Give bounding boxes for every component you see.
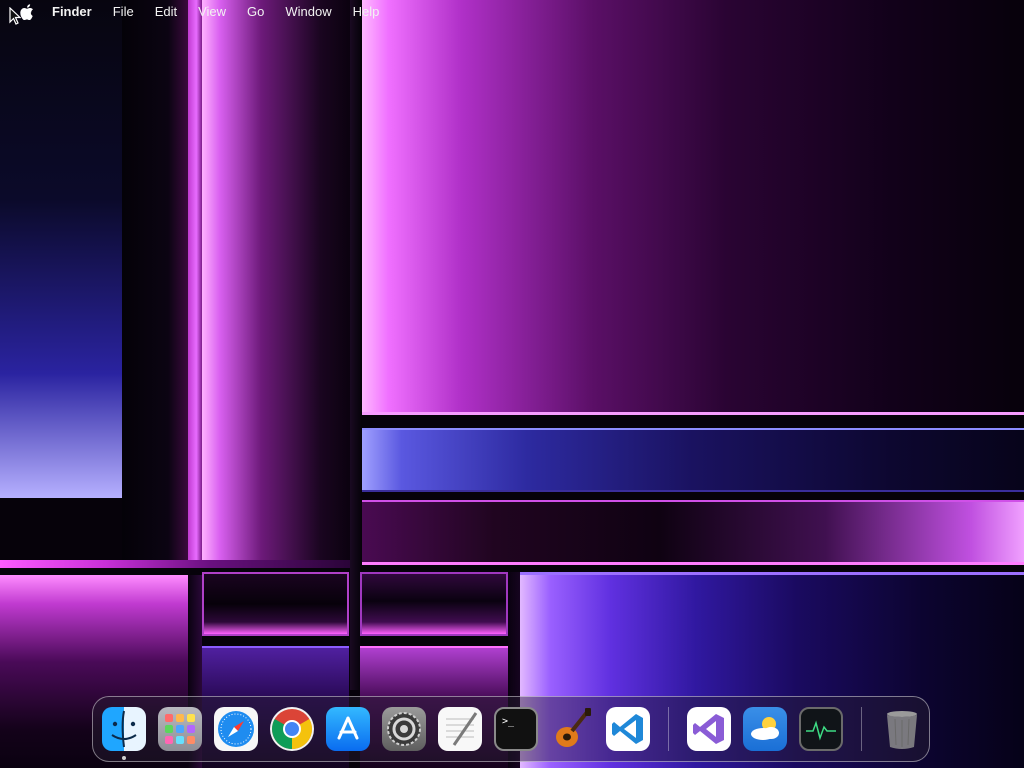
dock-separator [668, 707, 669, 751]
garageband-guitar-icon [556, 708, 591, 747]
wallpaper-panel [0, 560, 350, 568]
wallpaper-panel [122, 0, 188, 560]
weather-icon [751, 717, 779, 740]
wallpaper-panel [0, 0, 126, 498]
dock-activity-monitor[interactable] [799, 707, 843, 751]
apple-logo-icon[interactable] [20, 3, 34, 20]
dock-app-store[interactable] [326, 707, 370, 751]
dock-chrome[interactable] [270, 707, 314, 751]
trash-icon [887, 711, 917, 749]
dock-visual-studio[interactable] [687, 707, 731, 751]
wallpaper-panel [360, 572, 508, 636]
dock-trash[interactable] [880, 707, 924, 751]
mouse-cursor-icon [9, 7, 21, 25]
wallpaper-panel [202, 572, 349, 636]
menu-app-finder[interactable]: Finder [52, 4, 92, 19]
textedit-icon [446, 712, 478, 746]
dock-textedit[interactable] [438, 707, 482, 751]
dock: >_ [92, 696, 930, 762]
dock-launchpad[interactable] [158, 707, 202, 751]
menu-file[interactable]: File [113, 4, 134, 19]
terminal-icon: >_ [502, 716, 515, 727]
dock-terminal[interactable]: >_ [494, 707, 538, 751]
wallpaper-panel [362, 500, 1024, 565]
dock-safari[interactable] [214, 707, 258, 751]
dock-vscode[interactable] [606, 707, 650, 751]
dock-weather[interactable] [743, 707, 787, 751]
menu-bar: Finder File Edit View Go Window Help [0, 0, 1024, 23]
chrome-icon [272, 709, 312, 749]
visual-studio-icon [693, 714, 724, 744]
dock-finder[interactable] [102, 707, 146, 760]
safari-icon [218, 711, 254, 747]
wallpaper-panel [188, 0, 202, 560]
wallpaper-panel [362, 428, 1024, 492]
menu-edit[interactable]: Edit [155, 4, 177, 19]
vscode-icon [612, 714, 643, 744]
menu-window[interactable]: Window [285, 4, 331, 19]
menu-help[interactable]: Help [353, 4, 380, 19]
finder-icon [111, 710, 137, 748]
running-indicator [122, 756, 126, 760]
app-store-icon [337, 716, 359, 740]
activity-monitor-icon [806, 720, 836, 741]
wallpaper-panel [202, 0, 350, 560]
wallpaper-panel [362, 0, 1024, 415]
dock-separator [861, 707, 862, 751]
terminal-prompt: >_ [502, 716, 515, 727]
desktop[interactable]: Finder File Edit View Go Window Help >_ [0, 0, 1024, 768]
menu-go[interactable]: Go [247, 4, 264, 19]
dock-system-preferences[interactable] [382, 707, 426, 751]
menu-view[interactable]: View [198, 4, 226, 19]
dock-garageband[interactable] [550, 707, 594, 751]
launchpad-icon [165, 714, 195, 744]
settings-gear-icon [387, 712, 421, 746]
